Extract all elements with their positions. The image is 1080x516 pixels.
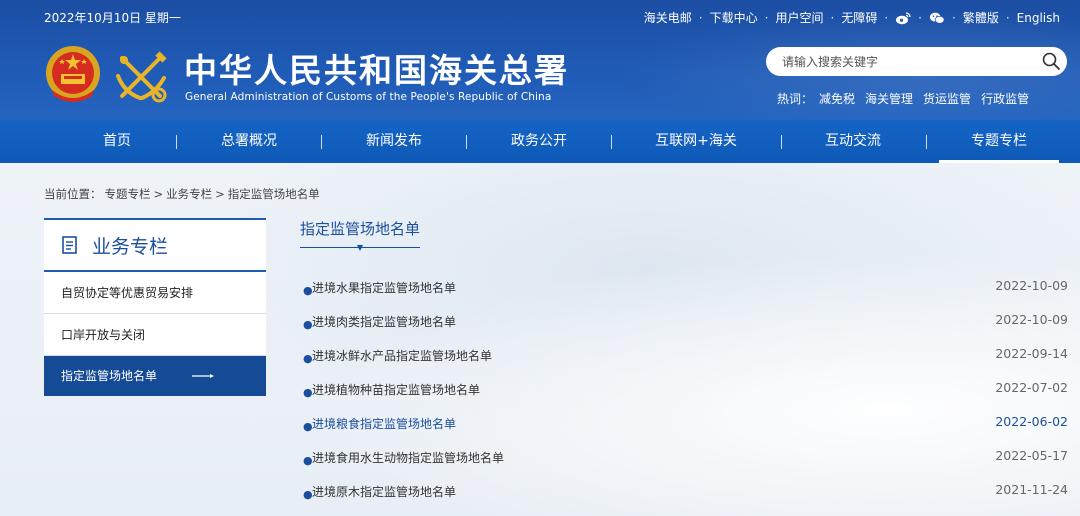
article-list: ● 进境水果指定监管场地名单 2022-10-09 ● 进境肉类指定监管场地名单 202… (300, 275, 1068, 513)
lang-traditional[interactable]: 繁體版 (963, 9, 999, 26)
nav-government-affairs[interactable]: 政务公开 (479, 120, 599, 163)
breadcrumb-item[interactable]: 专题专栏 (105, 187, 151, 201)
list-item-title[interactable]: 进境食用水生动物指定监管场地名单 (312, 449, 504, 466)
list-item-date: 2021-11-24 (995, 482, 1068, 497)
list-item-title[interactable]: 进境肉类指定监管场地名单 (312, 313, 456, 330)
list-item-title[interactable]: 进境水果指定监管场地名单 (312, 279, 456, 296)
list-item[interactable]: ● 进境植物种苗指定监管场地名单 2022-07-02 (300, 377, 1068, 411)
hot-word[interactable]: 海关管理 (865, 90, 913, 107)
site-name: 中华人民共和国海关总署 (184, 51, 569, 90)
site-header: 2022年10月10日 星期一 海关电邮 · 下载中心 · 用户空间 · 无障碍… (0, 0, 1080, 120)
hot-words: 热词： 减免税 海关管理 货运监管 行政监管 (777, 90, 1039, 107)
breadcrumb-prefix: 当前位置： (44, 187, 102, 201)
nav-internet-customs[interactable]: 互联网+海关 (636, 120, 756, 163)
main-nav: 首页 总署概况 新闻发布 政务公开 互联网+海关 互动交流 专题专栏 (0, 120, 1080, 163)
nav-special-columns[interactable]: 专题专栏 (939, 120, 1059, 163)
list-item[interactable]: ● 进境粮食指定监管场地名单 2022-06-02 (300, 411, 1068, 445)
breadcrumb-item[interactable]: 业务专栏 (166, 187, 212, 201)
list-item[interactable]: ● 进境水果指定监管场地名单 2022-10-09 (300, 275, 1068, 309)
sidebar-title: 业务专栏 (92, 235, 169, 258)
breadcrumb: 当前位置： 专题专栏 > 业务专栏 > 指定监管场地名单 (44, 186, 323, 202)
list-item-title[interactable]: 进境冰鲜水产品指定监管场地名单 (312, 347, 492, 364)
sidebar-item-designated-sites[interactable]: 指定监管场地名单 (44, 356, 266, 396)
current-date: 2022年10月10日 星期一 (44, 11, 181, 25)
toplink-download[interactable]: 下载中心 (710, 9, 758, 26)
list-item-date: 2022-09-14 (995, 346, 1068, 361)
sidebar-item-fta[interactable]: 自贸协定等优惠贸易安排 (44, 272, 266, 314)
list-item-date: 2022-07-02 (995, 380, 1068, 395)
search-icon[interactable] (1041, 51, 1061, 71)
sidebar-item-label: 口岸开放与关闭 (61, 328, 146, 342)
page-title: 指定监管场地名单 (300, 218, 421, 248)
list-item-title[interactable]: 进境原木指定监管场地名单 (312, 483, 456, 500)
list-item[interactable]: ● 进境原木指定监管场地名单 2021-11-24 (300, 479, 1068, 513)
nav-interaction[interactable]: 互动交流 (793, 120, 913, 163)
list-item-date: 2022-10-09 (995, 312, 1068, 327)
arrow-right-icon (192, 374, 214, 378)
list-item[interactable]: ● 进境食用水生动物指定监管场地名单 2022-05-17 (300, 445, 1068, 479)
search-input[interactable] (782, 47, 1032, 76)
list-item-title[interactable]: 进境植物种苗指定监管场地名单 (312, 381, 480, 398)
top-links-bar: 海关电邮 · 下载中心 · 用户空间 · 无障碍 · · · 繁體版 · Eng… (643, 9, 1060, 26)
national-emblem-icon (46, 46, 100, 102)
sidebar-item-label: 自贸协定等优惠贸易安排 (61, 286, 194, 300)
list-item[interactable]: ● 进境肉类指定监管场地名单 2022-10-09 (300, 309, 1068, 343)
wechat-icon[interactable] (929, 11, 945, 25)
list-item-title[interactable]: 进境粮食指定监管场地名单 (312, 415, 456, 432)
nav-home[interactable]: 首页 (57, 120, 177, 163)
list-item-date: 2022-06-02 (995, 414, 1068, 429)
list-item-date: 2022-10-09 (995, 278, 1068, 293)
list-item[interactable]: ● 进境冰鲜水产品指定监管场地名单 2022-09-14 (300, 343, 1068, 377)
lang-english[interactable]: English (1017, 11, 1060, 25)
sidebar-header: 业务专栏 (44, 218, 266, 272)
sidebar-item-port-open-close[interactable]: 口岸开放与关闭 (44, 314, 266, 356)
site-name-en: General Administration of Customs of the… (185, 91, 552, 103)
sidebar: 业务专栏 自贸协定等优惠贸易安排 口岸开放与关闭 指定监管场地名单 (44, 218, 266, 396)
weibo-icon[interactable] (895, 11, 911, 25)
hot-word[interactable]: 减免税 (819, 90, 855, 107)
breadcrumb-item[interactable]: 指定监管场地名单 (228, 187, 320, 201)
breadcrumb-separator: > (153, 187, 164, 201)
hot-word[interactable]: 行政监管 (981, 90, 1029, 107)
search-box (766, 47, 1067, 76)
toplink-accessibility[interactable]: 无障碍 (841, 9, 877, 26)
document-icon (62, 236, 77, 254)
nav-overview[interactable]: 总署概况 (189, 120, 309, 163)
toplink-email[interactable]: 海关电邮 (644, 9, 692, 26)
nav-news[interactable]: 新闻发布 (334, 120, 454, 163)
list-item-date: 2022-05-17 (995, 448, 1068, 463)
toplink-user-space[interactable]: 用户空间 (775, 9, 823, 26)
hot-word[interactable]: 货运监管 (923, 90, 971, 107)
sidebar-item-label: 指定监管场地名单 (61, 369, 158, 383)
breadcrumb-separator: > (215, 187, 225, 201)
hot-words-label: 热词： (777, 92, 814, 106)
main-content: 指定监管场地名单 ● 进境水果指定监管场地名单 2022-10-09 ● 进境肉类指定… (300, 218, 1068, 501)
customs-anchor-key-icon (116, 51, 167, 103)
